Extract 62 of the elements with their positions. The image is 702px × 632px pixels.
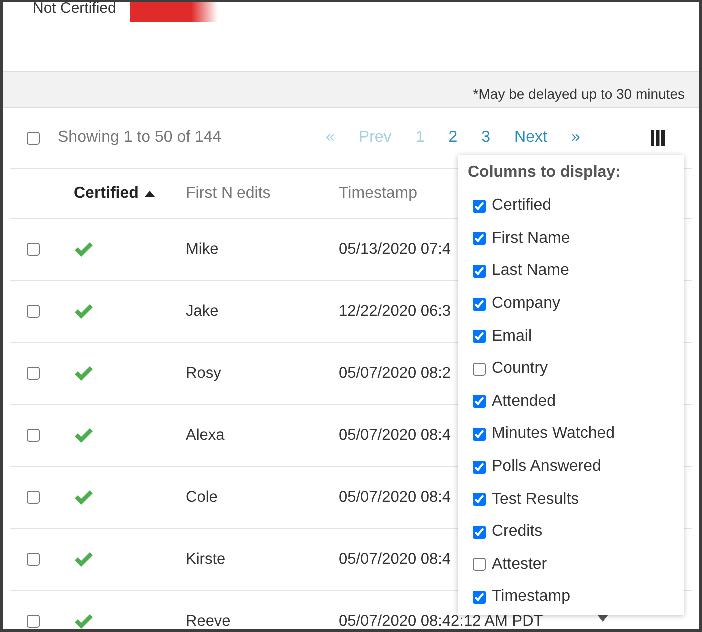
first-name-cell: Kirste — [186, 550, 226, 568]
columns-icon[interactable] — [650, 130, 666, 146]
first-name-cell: Cole — [186, 488, 218, 506]
pagination-link[interactable]: Next — [506, 129, 556, 147]
row-checkbox[interactable] — [27, 553, 40, 566]
column-checkbox[interactable] — [473, 264, 486, 278]
timestamp-cell: 05/13/2020 07:4 — [339, 240, 452, 258]
column-option[interactable]: Attended — [468, 386, 684, 418]
timestamp-cell: 05/07/2020 08:4 — [339, 426, 452, 444]
column-checkbox[interactable] — [473, 526, 486, 539]
column-checkbox[interactable] — [473, 558, 486, 572]
column-option[interactable]: Polls Answered — [468, 450, 684, 484]
column-header[interactable]: Timestamp — [339, 184, 418, 202]
column-header[interactable]: edits — [237, 184, 271, 202]
delay-notice: *May be delayed up to 30 minutes — [473, 86, 685, 102]
column-checkbox[interactable] — [473, 200, 486, 213]
column-checkbox[interactable] — [473, 460, 486, 474]
column-option[interactable]: Last Name — [468, 255, 684, 288]
column-header[interactable]: Certified — [74, 184, 139, 202]
timestamp-cell: 05/07/2020 08:4 — [339, 550, 452, 568]
pagination-link[interactable]: » — [563, 129, 588, 147]
column-option[interactable]: Minutes Watched — [468, 418, 684, 451]
first-name-cell: Alexa — [186, 426, 225, 444]
column-checkbox[interactable] — [473, 428, 486, 441]
pagination-link[interactable]: 3 — [474, 129, 499, 147]
column-option[interactable]: Test Results — [468, 483, 684, 516]
timestamp-cell: 05/07/2020 08:42:12 AM PDT — [339, 612, 544, 629]
timestamp-cell: 05/07/2020 08:4 — [339, 488, 452, 506]
first-name-cell: Jake — [186, 302, 219, 320]
column-checkbox[interactable] — [473, 590, 486, 604]
column-checkbox[interactable] — [473, 395, 486, 408]
row-checkbox[interactable] — [27, 243, 40, 256]
select-all-checkbox[interactable] — [27, 132, 40, 144]
timestamp-cell: 12/22/2020 06:3 — [339, 302, 452, 320]
column-checkbox[interactable] — [473, 232, 486, 246]
column-option[interactable]: Certified — [468, 190, 684, 223]
column-option[interactable]: Email — [468, 320, 684, 353]
column-header[interactable]: First N — [186, 184, 234, 202]
timestamp-cell: 05/07/2020 08:2 — [339, 364, 452, 382]
column-option[interactable]: Attester — [468, 548, 684, 582]
showing-count: Showing 1 to 50 of 144 — [58, 129, 223, 147]
column-option[interactable]: Credits — [468, 516, 684, 549]
sort-up-icon[interactable] — [144, 190, 155, 196]
column-option[interactable]: Company — [468, 288, 684, 320]
row-checkbox[interactable] — [27, 429, 40, 442]
column-checkbox[interactable] — [473, 330, 486, 344]
menu-title: Columns to display: — [468, 164, 622, 182]
row-checkbox[interactable] — [27, 615, 40, 628]
row-checkbox[interactable] — [27, 305, 40, 318]
legend-label: Not Certified — [33, 2, 116, 16]
column-option[interactable]: Timestamp — [468, 581, 684, 614]
column-checkbox[interactable] — [473, 493, 486, 506]
column-option[interactable]: First Name — [468, 222, 684, 256]
row-checkbox[interactable] — [27, 367, 40, 380]
column-option[interactable]: Country — [468, 352, 684, 386]
first-name-cell: Mike — [186, 240, 219, 258]
column-checkbox[interactable] — [473, 298, 486, 311]
column-checkbox[interactable] — [473, 362, 486, 376]
pagination-link[interactable]: 2 — [440, 129, 466, 147]
row-checkbox[interactable] — [27, 491, 40, 504]
first-name-cell: Reeve — [186, 612, 231, 629]
first-name-cell: Rosy — [186, 364, 222, 382]
